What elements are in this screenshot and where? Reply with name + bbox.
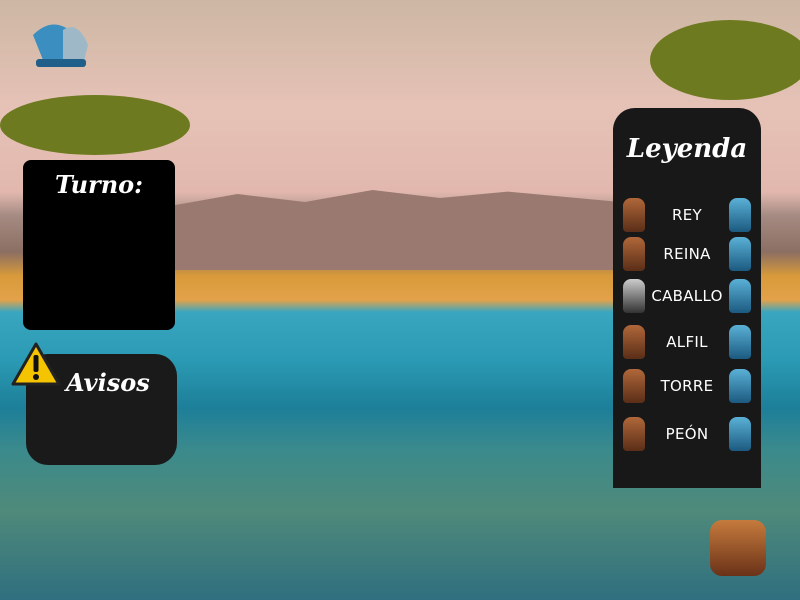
background-tree xyxy=(0,95,190,155)
legend-title: Leyenda xyxy=(626,134,748,164)
zebra-knight-piece-icon xyxy=(623,279,645,313)
lioness-queen-piece-icon xyxy=(623,237,645,271)
legend-label: REINA xyxy=(663,245,711,263)
legend-label: PEÓN xyxy=(665,425,709,443)
legend-panel: Leyenda REY REINA CABALLO ALFIL TORRE PE… xyxy=(613,108,761,488)
legend-row-reina: REINA xyxy=(613,234,761,274)
shark-king-piece-icon xyxy=(729,198,751,232)
legend-label: CABALLO xyxy=(651,287,723,305)
warning-icon xyxy=(11,342,61,386)
octopus-bishop-piece-icon xyxy=(729,325,751,359)
legend-row-torre: TORRE xyxy=(613,366,761,406)
crab-rook-piece-icon xyxy=(728,369,751,403)
turn-panel: Turno: xyxy=(23,160,175,330)
legend-row-rey: REY xyxy=(613,195,761,235)
duck-bishop-piece-icon xyxy=(623,325,645,359)
giraffe-rook-piece-icon xyxy=(623,369,645,403)
legend-row-alfil: ALFIL xyxy=(613,322,761,362)
legend-label: ALFIL xyxy=(666,333,708,351)
background-tree xyxy=(650,20,800,100)
rabbit-pawn-piece-icon xyxy=(623,417,645,451)
legend-label: REY xyxy=(672,206,702,224)
lion-king-piece-icon xyxy=(623,198,645,232)
turn-title: Turno: xyxy=(54,170,144,199)
legend-label: TORRE xyxy=(660,377,714,395)
orca-queen-piece-icon xyxy=(729,237,751,271)
current-turn-piece-icon xyxy=(710,520,766,576)
seahorse-knight-piece-icon xyxy=(729,279,751,313)
legend-row-peon: PEÓN xyxy=(613,414,761,454)
legend-row-caballo: CABALLO xyxy=(613,276,761,316)
background-mountains xyxy=(170,190,620,270)
shrimp-pawn-piece-icon xyxy=(728,417,751,451)
logo-icon xyxy=(33,24,88,67)
